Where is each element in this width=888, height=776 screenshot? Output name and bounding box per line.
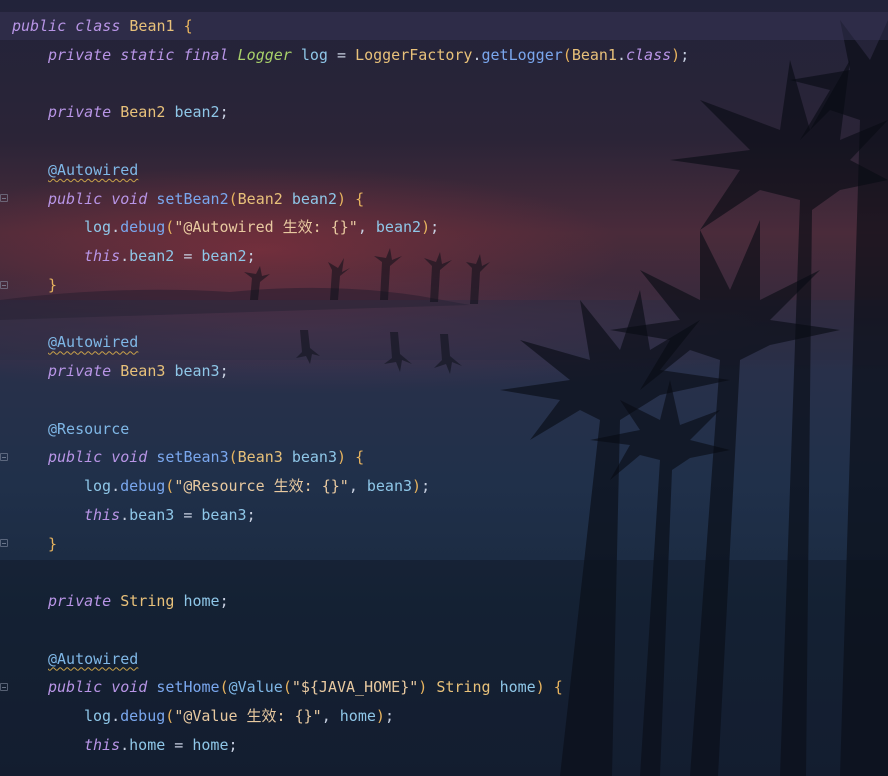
code-line-10: } (48, 275, 58, 294)
fold-marker-setbean3-end[interactable] (0, 539, 8, 547)
code-line-15: @Resource (12, 415, 888, 444)
fold-marker-setbean2-end[interactable] (0, 281, 8, 289)
code-line-23: @Autowired (12, 645, 888, 674)
code-line-7: public void setBean2(Bean2 bean2) { (48, 189, 365, 208)
code-line-1: public class Bean1 { (12, 17, 193, 35)
code-line-16: public void setBean3(Bean3 bean3) { (48, 448, 365, 467)
code-line-17: log.debug("@Resource 生效: {}", bean3); (84, 477, 431, 495)
annotation-autowired[interactable]: @Autowired (48, 161, 138, 179)
code-line-25: log.debug("@Value 生效: {}", home); (84, 707, 394, 725)
code-line-2: private static final Logger log = Logger… (48, 45, 690, 64)
annotation-value[interactable]: @Value (229, 678, 283, 696)
code-line-6: @Autowired (12, 156, 888, 185)
fold-marker-setbean3[interactable] (0, 453, 8, 461)
annotation-autowired[interactable]: @Autowired (48, 333, 138, 351)
code-line-26: this.home = home; (84, 735, 238, 754)
code-line-24: public void setHome(@Value("${JAVA_HOME}… (48, 678, 563, 697)
code-line-9: this.bean2 = bean2; (84, 247, 256, 265)
code-line-21: private String home; (48, 592, 229, 610)
gutter[interactable] (0, 0, 10, 776)
code-area[interactable]: public class Bean1 { private static fina… (12, 12, 888, 760)
annotation-resource[interactable]: @Resource (48, 420, 129, 438)
code-editor[interactable]: public class Bean1 { private static fina… (0, 0, 888, 776)
code-line-4: private Bean2 bean2; (48, 103, 229, 122)
code-line-12: @Autowired (12, 328, 888, 357)
code-line-13: private Bean3 bean3; (48, 362, 229, 380)
fold-marker-sethome[interactable] (0, 683, 8, 691)
annotation-autowired[interactable]: @Autowired (48, 650, 138, 668)
code-line-18: this.bean3 = bean3; (84, 505, 256, 524)
code-line-8: log.debug("@Autowired 生效: {}", bean2); (84, 218, 440, 237)
code-line-19: } (48, 534, 58, 553)
fold-marker-setbean2[interactable] (0, 194, 8, 202)
